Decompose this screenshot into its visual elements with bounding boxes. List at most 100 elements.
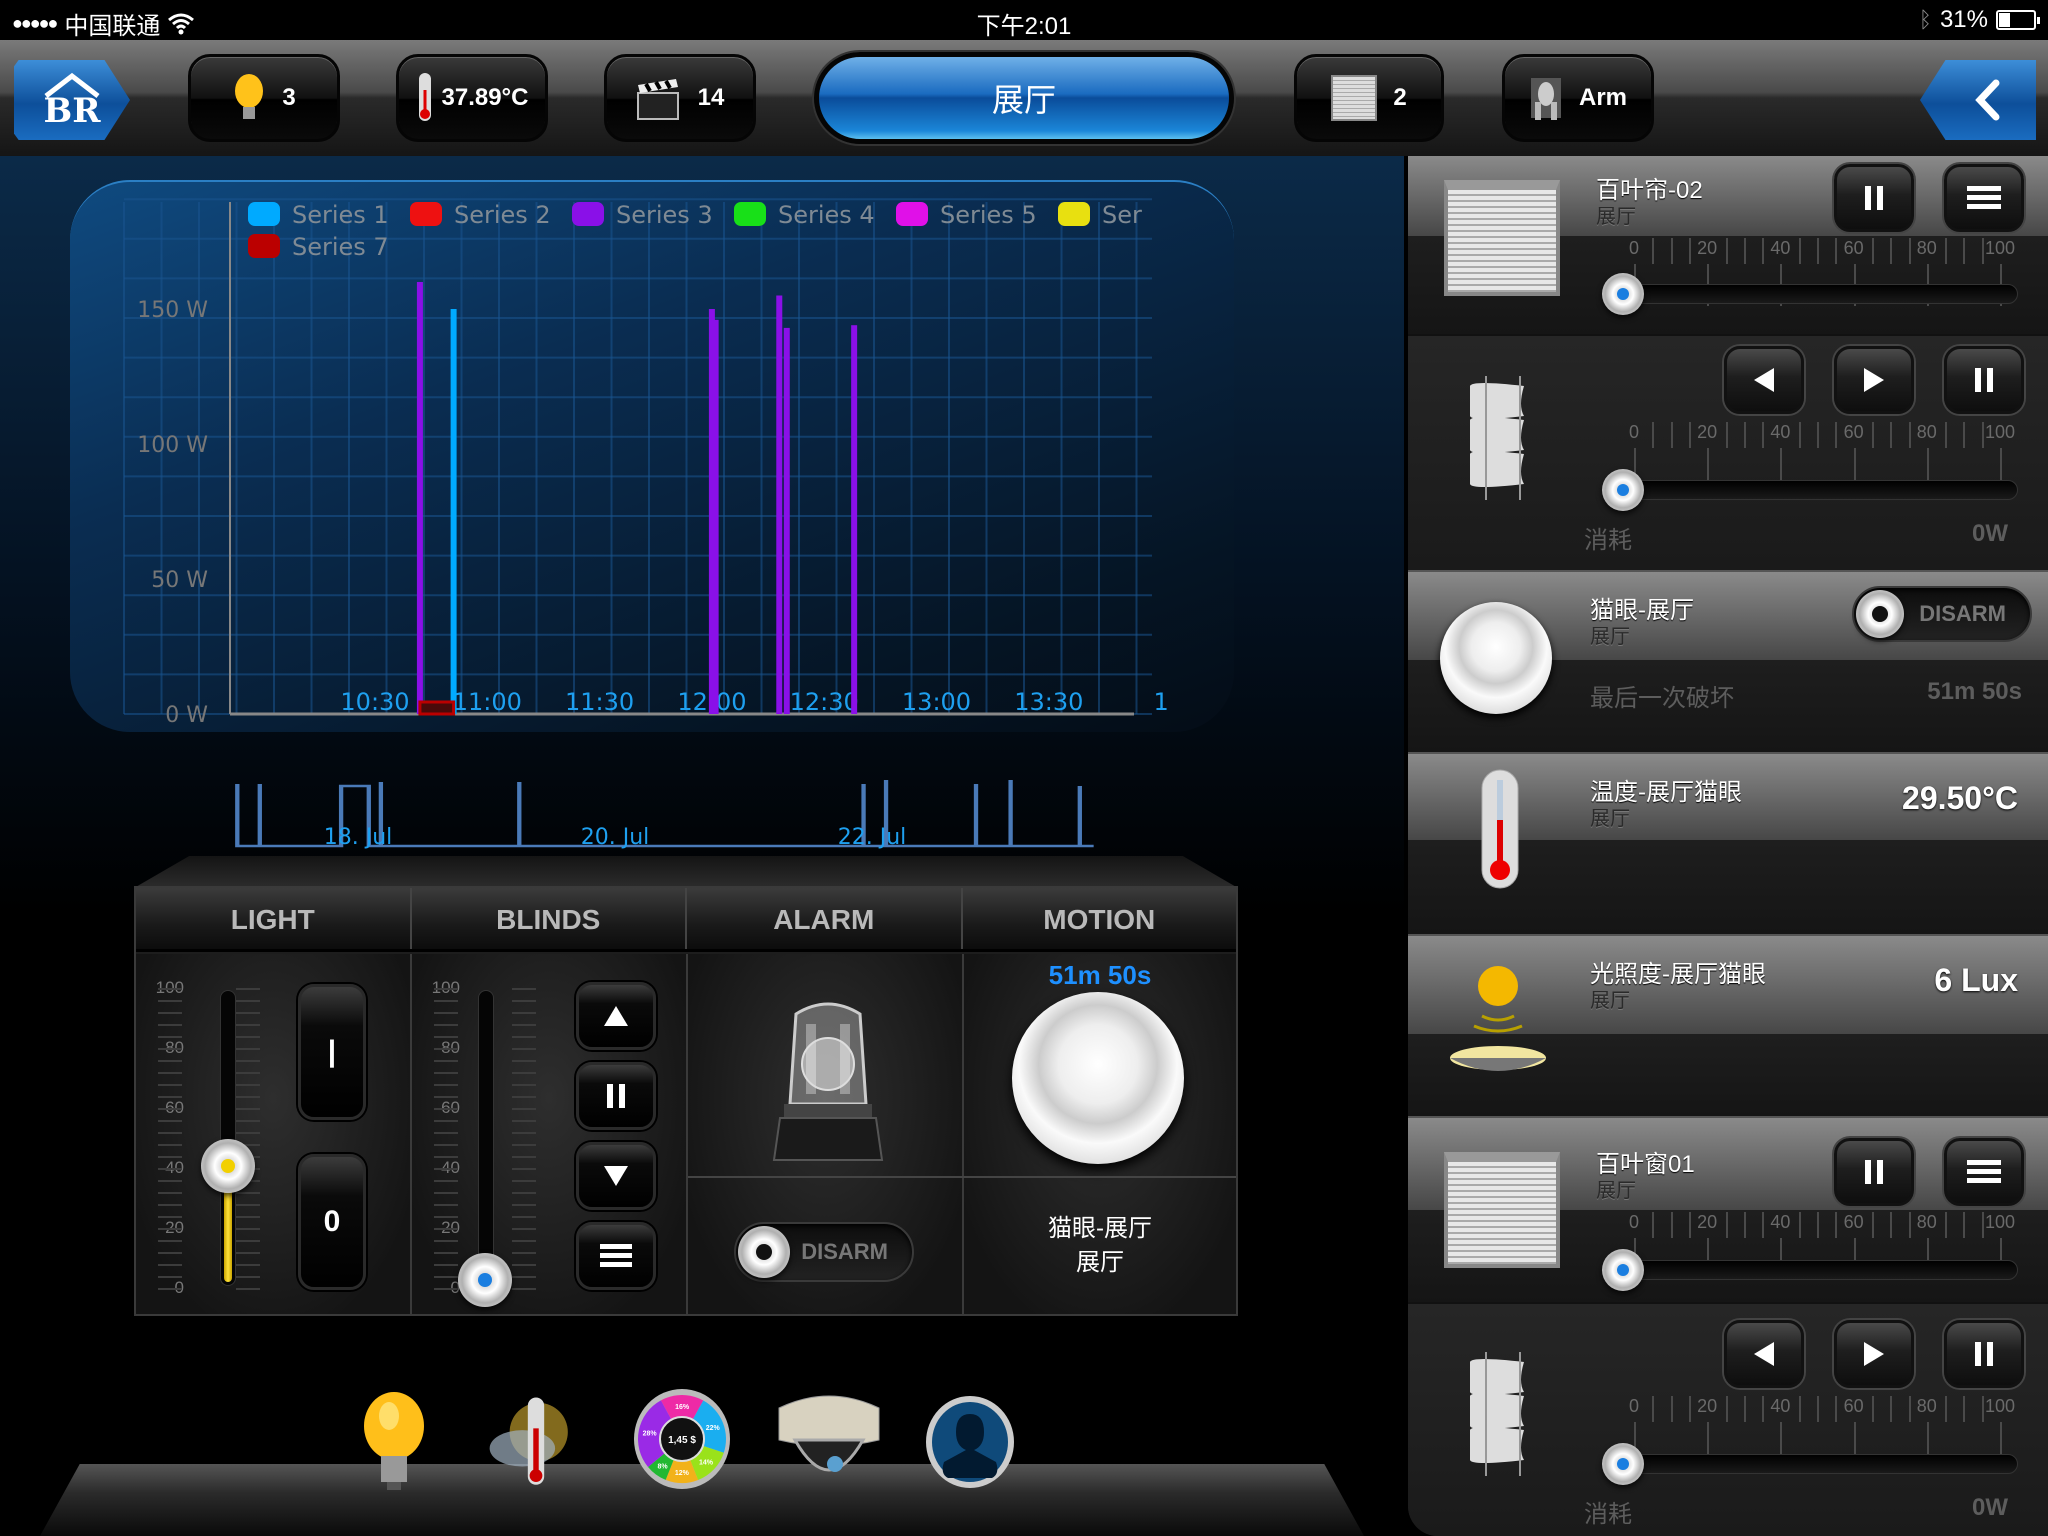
scale-tick <box>512 1204 536 1206</box>
scale-tick <box>1890 238 1893 264</box>
tilt-right-button[interactable] <box>1834 1320 1914 1388</box>
scenes-button[interactable]: 14 <box>604 54 756 142</box>
bluetooth-icon: ᛒ <box>1918 7 1932 32</box>
light-slider-knob[interactable] <box>201 1139 255 1194</box>
tilt-right-button[interactable] <box>1834 346 1914 414</box>
tab-motion[interactable]: MOTION <box>963 888 1237 949</box>
back-button[interactable] <box>1920 60 2036 140</box>
scale-tick <box>1762 1212 1765 1238</box>
scale-tick <box>1817 238 1819 264</box>
light-off-button[interactable]: 0 <box>298 1154 366 1290</box>
donut-slice-label: 22% <box>706 1425 721 1432</box>
battery-icon <box>1996 10 2040 30</box>
scale-tick <box>158 1108 182 1110</box>
roller-blind-icon <box>1331 75 1378 121</box>
tilt-slider-knob[interactable] <box>1602 469 1644 511</box>
scale-tick <box>158 1180 182 1182</box>
dock-security[interactable] <box>920 1392 1020 1492</box>
tilt-pause-button[interactable] <box>1944 1320 2024 1388</box>
scale-tick <box>434 1216 458 1218</box>
position-slider-track[interactable] <box>1618 1260 2018 1280</box>
scale-tick <box>512 1000 536 1002</box>
room-title-button[interactable]: 展厅 <box>814 52 1234 144</box>
scale-tick <box>512 1228 536 1230</box>
tab-alarm[interactable]: ALARM <box>687 888 963 949</box>
blinds-count: 2 <box>1393 84 1407 111</box>
tilt-slider-track[interactable] <box>1618 480 2018 500</box>
alarm-button[interactable]: Arm <box>1502 54 1654 142</box>
x-tick-label: 1 <box>1153 688 1168 716</box>
scale-tick <box>512 1132 536 1134</box>
scale-tick <box>1652 1212 1655 1238</box>
blind-pause-button[interactable] <box>1834 164 1914 232</box>
chart-bar <box>712 319 719 714</box>
tilt-slider-track[interactable] <box>1618 1454 2018 1474</box>
scale-tick <box>434 1096 458 1098</box>
tilt-slider-knob[interactable] <box>1602 1443 1644 1485</box>
scale-tick <box>512 1252 536 1254</box>
scale-tick <box>434 1228 458 1230</box>
temperature-value: 37.89°C <box>441 84 529 111</box>
home-button[interactable]: BR <box>14 60 130 140</box>
clock: 下午2:01 <box>976 13 1072 40</box>
light-on-label: | <box>327 1035 337 1068</box>
scale-tick <box>512 1072 536 1074</box>
control-box-lid <box>134 856 1238 888</box>
scale-tick <box>1835 422 1838 448</box>
chart-range-bar <box>418 700 456 716</box>
chart-bar <box>783 327 790 714</box>
blinds-slider-track[interactable] <box>478 990 494 1286</box>
blind-menu-button[interactable] <box>1944 164 2024 232</box>
blinds-down-button[interactable] <box>576 1142 656 1210</box>
scale-tick <box>158 1036 182 1038</box>
temperature-button[interactable]: 37.89°C <box>396 54 548 142</box>
blinds-up-button[interactable] <box>576 982 656 1050</box>
blind-pause-button[interactable] <box>1834 1138 1914 1206</box>
scale-tick <box>1890 1212 1893 1238</box>
motion-name: 猫眼-展厅 <box>1048 1215 1152 1242</box>
triangle-right-icon <box>1864 368 1884 392</box>
light-on-button[interactable]: | <box>298 984 366 1120</box>
scale-tick <box>236 1204 260 1206</box>
blinds-slider-knob[interactable] <box>458 1253 512 1307</box>
dock-energy[interactable]: 16% 22% 14% 12% 8% 28% 1,45 $ <box>632 1389 732 1492</box>
position-slider-track[interactable] <box>1618 284 2018 304</box>
device-card-lux: 光照度-展厅猫眼 展厅 6 Lux <box>1408 934 2048 1116</box>
tilt-pause-button[interactable] <box>1944 346 2024 414</box>
blinds-button[interactable]: 2 <box>1294 54 1444 142</box>
scale-tick <box>434 1156 458 1158</box>
dock-climate[interactable] <box>486 1392 586 1492</box>
scale-tick <box>1945 422 1948 448</box>
scale-tick <box>434 1264 458 1266</box>
tilt-left-button[interactable] <box>1724 346 1804 414</box>
dock-lighting[interactable] <box>344 1392 444 1492</box>
tab-blinds[interactable]: BLINDS <box>412 888 687 949</box>
blinds-pause-button[interactable] <box>576 1062 656 1130</box>
alarm-disarm-toggle[interactable]: DISARM <box>734 1222 914 1282</box>
position-slider-knob[interactable] <box>1602 1249 1644 1291</box>
scale-tick <box>512 1048 536 1050</box>
motion-disarm-toggle[interactable]: DISARM <box>1852 586 2032 642</box>
scale-label: 100 <box>1984 1212 2016 1232</box>
chart-navigator[interactable]: 18. Jul 20. Jul 22. Jul <box>220 770 1140 850</box>
lights-count: 3 <box>282 84 296 111</box>
dock-camera[interactable] <box>770 1392 888 1492</box>
scale-tick <box>512 1024 536 1026</box>
scale-tick <box>1817 422 1819 448</box>
lights-button[interactable]: 3 <box>188 54 340 142</box>
tilt-left-button[interactable] <box>1724 1320 1804 1388</box>
scale-tick <box>512 1216 536 1218</box>
scale-tick <box>434 1168 458 1170</box>
device-card-blind-02: 百叶帘-02 展厅 0 20 40 60 80 100 0 20 40 60 80 100 消耗 0… <box>1408 156 2048 568</box>
scale-tick <box>1981 1396 1984 1422</box>
scale-tick <box>158 1216 182 1218</box>
lux-reading: 6 Lux <box>1934 962 2018 998</box>
scale-tick <box>236 1216 260 1218</box>
position-slider-knob[interactable] <box>1602 273 1644 315</box>
scale-label: 60 <box>1843 1396 1864 1416</box>
scale-tick <box>512 1264 536 1266</box>
blind-menu-button[interactable] <box>1944 1138 2024 1206</box>
legend-swatch <box>248 234 280 258</box>
blinds-menu-button[interactable] <box>576 1222 656 1290</box>
tab-light[interactable]: LIGHT <box>136 888 412 949</box>
